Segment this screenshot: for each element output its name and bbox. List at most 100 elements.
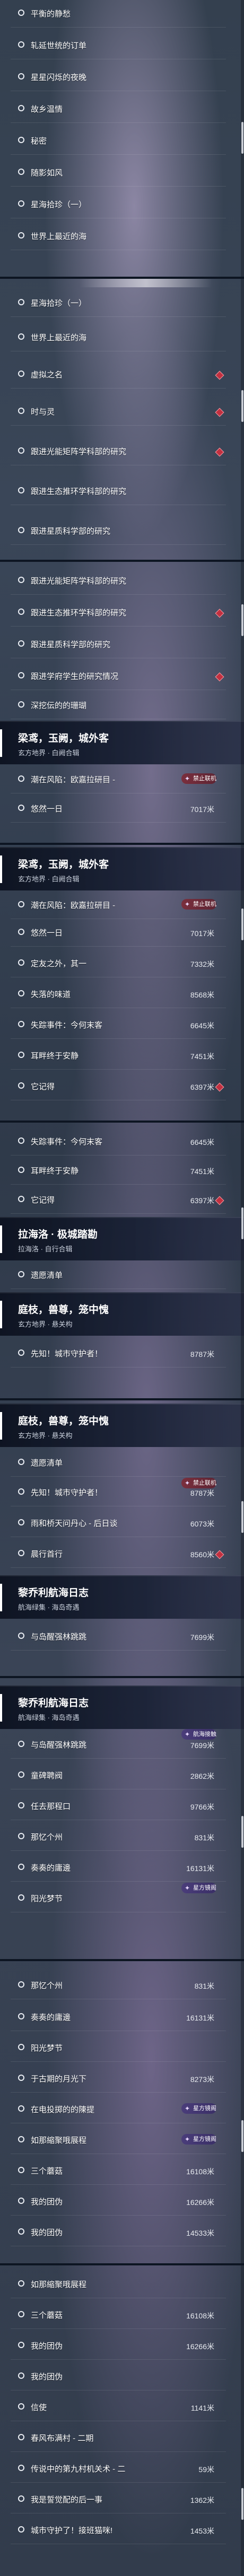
quest-item[interactable]: 跟进生态推环学科部的研究 xyxy=(11,478,226,505)
quest-item[interactable]: 时与灵 xyxy=(11,398,226,426)
section-header[interactable]: 梁鸢，玉阙，城外客 玄方地界 · 白阙合辑 xyxy=(0,721,244,764)
quest-item[interactable]: 三个蘑菇 16108米 xyxy=(11,2301,226,2329)
quest-item[interactable]: 跟进学府学生的研究情况 xyxy=(11,663,226,690)
quest-item[interactable]: 深挖伝的的珊瑚 xyxy=(11,692,226,719)
quest-item[interactable]: 跟进生态推环学科部的研究 xyxy=(11,599,226,627)
quest-item[interactable]: 耳畔终于安静 7451米 xyxy=(11,1042,226,1070)
quest-item[interactable]: 世界上最近的海 xyxy=(11,223,226,250)
quest-distance: 6645米 xyxy=(190,1138,214,1146)
quest-name: 奏奏的庸邊 xyxy=(31,2013,71,2022)
quest-item[interactable]: 潮在风陷：欧嘉拉研目 - 禁止联机 xyxy=(11,766,226,793)
quest-item[interactable]: 如那縮聚哦展程 星方镜阁 xyxy=(11,2127,226,2154)
quest-item[interactable]: 与岛醒强林跳跳 7699米 xyxy=(11,1623,226,1651)
quest-item[interactable]: 阳光梦节 星方镜阁 xyxy=(11,1883,226,1912)
quest-item[interactable]: 潮在风陷：欧嘉拉研目 - 禁止联机 xyxy=(11,892,226,919)
quest-distance: 1453米 xyxy=(190,2527,214,2535)
quest-item[interactable]: 阳光梦节 xyxy=(11,2034,226,2062)
quest-item[interactable]: 跟进光能矩阵学科部的研究 xyxy=(11,567,226,595)
section-header[interactable]: 庭枝，兽尊，笼中愧 玄方地界 · 悬关构 xyxy=(0,1404,244,1447)
quest-item[interactable]: 我的团伪 xyxy=(11,2363,226,2390)
quest-item[interactable]: 悠然一日 7017米 xyxy=(11,795,226,823)
section-accent xyxy=(0,729,2,757)
quest-item[interactable]: 平衡的静愁 xyxy=(11,0,226,28)
quest-item[interactable]: 定友之外，其一 7332米 xyxy=(11,950,226,977)
quest-item[interactable]: 信使 1141米 xyxy=(11,2394,226,2421)
quest-name: 与岛醒强林跳跳 xyxy=(31,1633,87,1642)
quest-item[interactable]: 轧延世统的订单 xyxy=(11,32,226,59)
scrollbar[interactable] xyxy=(241,0,244,277)
quest-item[interactable]: 雨和桥天问丹心 - 后日谈 6073米 xyxy=(11,1510,226,1537)
quest-item[interactable]: 秘密 xyxy=(11,127,226,155)
quest-item[interactable]: 城市守护了！接班猫咪! 1453米 xyxy=(11,2517,226,2544)
scrollbar-thumb[interactable] xyxy=(241,122,243,154)
section-header[interactable]: 梁鸢，玉阙，城外客 玄方地界 · 白阙合辑 xyxy=(0,847,244,890)
quest-name: 失踪事件：今何末客 xyxy=(31,1137,103,1146)
quest-item[interactable]: 耳畔终于安静 7451米 xyxy=(11,1157,226,1185)
quest-item[interactable]: 悠然一日 7017米 xyxy=(11,919,226,947)
quest-item[interactable]: 世界上最近的海 xyxy=(11,324,226,351)
quest-item[interactable]: 奏奏的庸邊 16131米 xyxy=(11,2004,226,2031)
quest-item[interactable]: 在电投掷的的陳提 星方镜阁 xyxy=(11,2096,226,2123)
section-header[interactable]: 拉海洛 · 极城踏勘 拉海洛 · 自行合辑 xyxy=(0,1217,244,1260)
quest-item[interactable]: 任去那程口 9766米 xyxy=(11,1793,226,1820)
scrollbar-thumb[interactable] xyxy=(241,390,243,422)
scrollbar-thumb[interactable] xyxy=(241,604,243,636)
quest-item[interactable]: 那忆个州 831米 xyxy=(11,1823,226,1851)
quest-status-icon xyxy=(18,1802,24,1809)
section-header[interactable]: 黎乔利航海日志 航海绿集 · 海岛奇遇 xyxy=(0,1575,244,1619)
quest-name: 跟进生态推环学科部的研究 xyxy=(31,487,127,496)
scrollbar[interactable] xyxy=(241,1678,244,1959)
quest-item[interactable]: 星海拾珍（一） xyxy=(11,289,226,317)
quest-item[interactable]: 遗愿清单 xyxy=(11,1449,226,1477)
scrollbar[interactable] xyxy=(241,2265,244,2576)
quest-item[interactable]: 我的团伪 16266米 xyxy=(11,2188,226,2216)
quest-item[interactable]: 它记得 6397米 xyxy=(11,1073,226,1100)
quest-item[interactable]: 遗愿清单 xyxy=(11,1261,226,1289)
quest-item[interactable]: 跟进星质科学部的研究 xyxy=(11,517,226,545)
quest-item[interactable]: 那忆个州 831米 xyxy=(11,1972,226,1999)
quest-item[interactable]: 失踪事件：今何末客 6645米 xyxy=(11,1128,226,1155)
quest-item[interactable]: 故乡温情 xyxy=(11,95,226,123)
scrollbar-thumb[interactable] xyxy=(241,908,243,940)
scrollbar-thumb[interactable] xyxy=(241,2488,243,2520)
quest-item[interactable]: 星海拾珍（一） xyxy=(11,191,226,218)
quest-name: 星星闪烁的夜晚 xyxy=(31,73,87,82)
quest-status-icon xyxy=(18,232,24,239)
quest-item[interactable]: 它记得 6397米 xyxy=(11,1186,226,1214)
quest-item[interactable]: 随影如风 xyxy=(11,159,226,187)
quest-item[interactable]: 跟进光能矩阵学科部的研究 xyxy=(11,438,226,465)
quest-item[interactable]: 失踪事件：今何末客 6645米 xyxy=(11,1011,226,1039)
quest-item[interactable]: 如那縮聚哦展程 xyxy=(11,2271,226,2298)
scrollbar-thumb[interactable] xyxy=(241,1207,243,1239)
section-header[interactable]: 庭枝，兽尊，笼中愧 玄方地界 · 悬关构 xyxy=(0,1292,244,1336)
quest-item[interactable]: 我的团伪 14533米 xyxy=(11,2219,226,2246)
quest-item[interactable]: 于古期的月光下 8273米 xyxy=(11,2065,226,2093)
quest-status-icon xyxy=(18,672,24,678)
quest-item[interactable]: 我是誓觉配的后一事 1362米 xyxy=(11,2486,226,2513)
section-header[interactable]: 黎乔利航海日志 航海绿集 · 海岛奇遇 xyxy=(0,1686,244,1729)
scrollbar[interactable] xyxy=(241,1961,244,2263)
scrollbar-thumb[interactable] xyxy=(241,1816,243,1848)
scrollbar-thumb[interactable] xyxy=(241,1501,243,1533)
quest-item[interactable]: 三个蘑菇 16108米 xyxy=(11,2157,226,2185)
quest-item[interactable]: 与岛醒强林跳跳 7699米航海接触 xyxy=(11,1729,226,1759)
quest-name: 城市守护了！接班猫咪! xyxy=(31,2526,113,2535)
quest-item[interactable]: 春风布满村 - 二期 xyxy=(11,2424,226,2452)
scrollbar[interactable] xyxy=(241,279,244,560)
quest-item[interactable]: 传说中的第九村机关术 - 二 59米 xyxy=(11,2455,226,2483)
quest-item[interactable]: 童碑聘阀 2862米 xyxy=(11,1762,226,1789)
quest-item[interactable]: 先知！城市守护者！ 8787米禁止联机 xyxy=(11,1478,226,1506)
quest-item[interactable]: 先知！城市守护者！ 8787米 xyxy=(11,1340,226,1368)
quest-item[interactable]: 跟进星质科学部的研究 xyxy=(11,631,226,658)
quest-item[interactable]: 失落的味道 8568米 xyxy=(11,981,226,1008)
scrollbar[interactable] xyxy=(241,1123,244,1398)
quest-item[interactable]: 我的团伪 16266米 xyxy=(11,2332,226,2360)
scrollbar[interactable] xyxy=(241,562,244,843)
quest-item[interactable]: 星星闪烁的夜晚 xyxy=(11,64,226,91)
scrollbar-thumb[interactable] xyxy=(241,2120,243,2152)
scrollbar[interactable] xyxy=(241,1400,244,1676)
scrollbar[interactable] xyxy=(241,845,244,1121)
quest-item[interactable]: 晨行首行 8560米 xyxy=(11,1540,226,1568)
quest-item[interactable]: 奏奏的庸邊 16131米 xyxy=(11,1854,226,1882)
quest-item[interactable]: 虚拟之名 xyxy=(11,361,226,389)
